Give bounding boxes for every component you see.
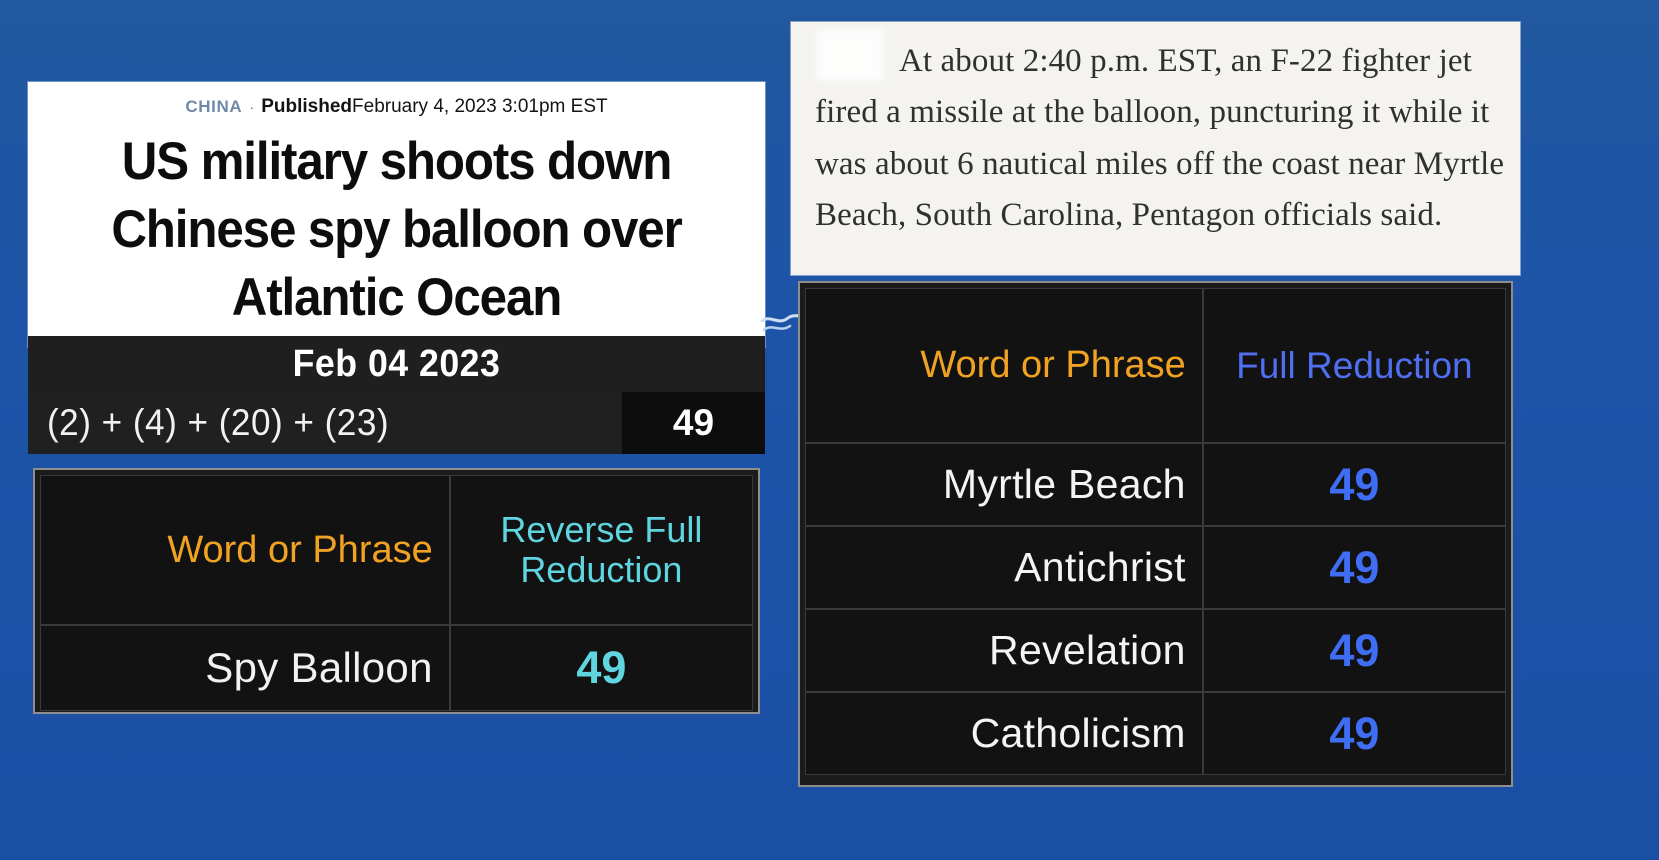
row-value-label: 49 bbox=[1329, 707, 1380, 759]
row-name-cell: Spy Balloon bbox=[40, 625, 450, 711]
gematria-sum-total: 49 bbox=[622, 392, 765, 454]
row-value-label: 49 bbox=[1329, 458, 1380, 510]
screenshot-root: CHINA · PublishedFebruary 4, 2023 3:01pm E… bbox=[0, 0, 1659, 860]
pen-scribble-mark bbox=[760, 313, 802, 332]
article-excerpt-text: At about 2:40 p.m. EST, an F-22 fighter … bbox=[815, 43, 1505, 234]
table-row: Antichrist 49 bbox=[805, 526, 1506, 609]
header-cell-word-or-phrase: Word or Phrase bbox=[40, 475, 450, 625]
header-label-word-or-phrase: Word or Phrase bbox=[920, 344, 1186, 387]
news-headline: US military shoots down Chinese spy ball… bbox=[111, 132, 682, 327]
date-banner: Feb 04 2023 bbox=[28, 336, 765, 392]
row-name-label: Myrtle Beach bbox=[942, 461, 1186, 507]
row-name-label: Spy Balloon bbox=[205, 644, 433, 691]
header-cell-cipher: Reverse Full Reduction bbox=[449, 475, 753, 625]
gematria-sum-row: (2) + (4) + (20) + (23) 49 bbox=[28, 392, 765, 454]
published-label: Published bbox=[261, 96, 353, 117]
row-name-cell: Myrtle Beach bbox=[805, 443, 1203, 526]
row-name-label: Catholicism bbox=[970, 710, 1186, 756]
row-name-label: Revelation bbox=[989, 627, 1186, 673]
row-value-cell: 49 bbox=[1202, 692, 1506, 775]
full-reduction-table: Word or Phrase Full Reduction Myrtle Bea… bbox=[798, 281, 1513, 787]
row-value-label: 49 bbox=[1329, 541, 1380, 593]
row-name-cell: Revelation bbox=[805, 609, 1203, 692]
table-row: Revelation 49 bbox=[805, 609, 1506, 692]
header-label-cipher: Full Reduction bbox=[1236, 344, 1473, 386]
row-value-label: 49 bbox=[1329, 624, 1380, 676]
row-value-cell: 49 bbox=[449, 625, 753, 711]
header-label-word-or-phrase: Word or Phrase bbox=[167, 528, 433, 571]
header-label-cipher: Reverse Full Reduction bbox=[500, 508, 703, 590]
byline-separator: · bbox=[249, 99, 255, 116]
published-date: February 4, 2023 3:01pm EST bbox=[352, 96, 608, 117]
row-name-cell: Catholicism bbox=[805, 692, 1203, 775]
header-cell-cipher: Full Reduction bbox=[1202, 288, 1506, 443]
article-excerpt-panel: At about 2:40 p.m. EST, an F-22 fighter … bbox=[791, 22, 1520, 275]
table-header-row: Word or Phrase Reverse Full Reduction bbox=[40, 475, 753, 625]
row-name-label: Antichrist bbox=[1014, 544, 1186, 590]
row-name-cell: Antichrist bbox=[805, 526, 1203, 609]
news-article-card: CHINA · PublishedFebruary 4, 2023 3:01pm E… bbox=[28, 82, 765, 348]
gematria-sum-expression: (2) + (4) + (20) + (23) bbox=[47, 402, 390, 443]
table-row: Catholicism 49 bbox=[805, 692, 1506, 775]
row-value-cell: 49 bbox=[1202, 609, 1506, 692]
date-banner-text: Feb 04 2023 bbox=[292, 342, 501, 385]
row-value-cell: 49 bbox=[1202, 443, 1506, 526]
row-value-cell: 49 bbox=[1202, 526, 1506, 609]
header-cell-word-or-phrase: Word or Phrase bbox=[805, 288, 1203, 443]
highlight-gloss bbox=[817, 30, 883, 80]
news-section-kicker: CHINA bbox=[185, 97, 243, 116]
reverse-full-reduction-table: Word or Phrase Reverse Full Reduction Sp… bbox=[33, 468, 760, 714]
row-value-label: 49 bbox=[576, 642, 627, 693]
news-byline: CHINA · PublishedFebruary 4, 2023 3:01pm E… bbox=[28, 82, 765, 122]
table-row: Myrtle Beach 49 bbox=[805, 443, 1506, 526]
table-header-row: Word or Phrase Full Reduction bbox=[805, 288, 1506, 443]
table-row: Spy Balloon 49 bbox=[40, 625, 753, 711]
